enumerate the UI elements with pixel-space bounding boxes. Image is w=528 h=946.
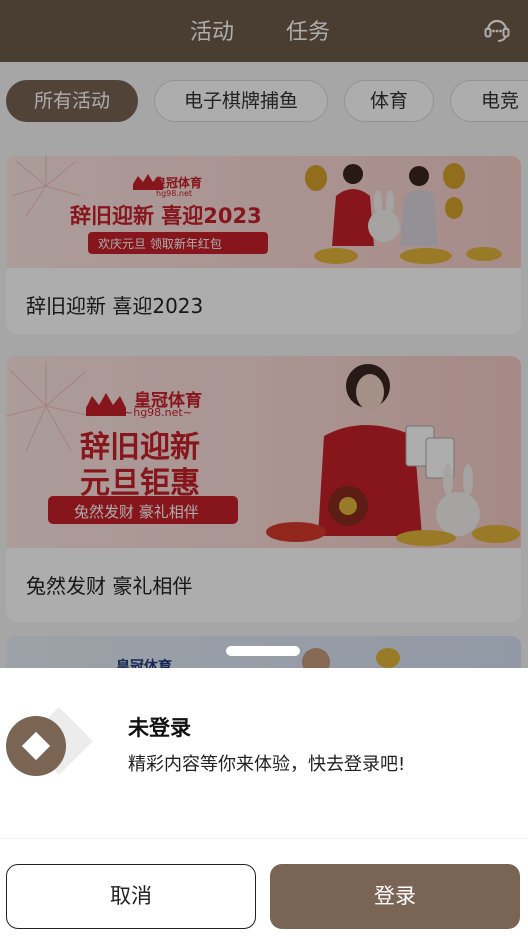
sheet-message: 精彩内容等你来体验，快去登录吧! (128, 754, 406, 775)
sheet-title: 未登录 (128, 716, 191, 740)
divider (0, 838, 528, 839)
login-button[interactable]: 登录 (270, 864, 520, 929)
app-root: 活动 任务 所有活动 电子棋牌捕鱼 体育 电竞 皇冠体育 hg98.net 辞旧… (0, 0, 528, 946)
login-prompt-sheet: 未登录 精彩内容等你来体验，快去登录吧! 取消 登录 (0, 668, 528, 946)
sheet-drag-handle[interactable] (226, 646, 300, 656)
diamond-badge-icon (6, 707, 93, 776)
cancel-button[interactable]: 取消 (6, 864, 256, 929)
